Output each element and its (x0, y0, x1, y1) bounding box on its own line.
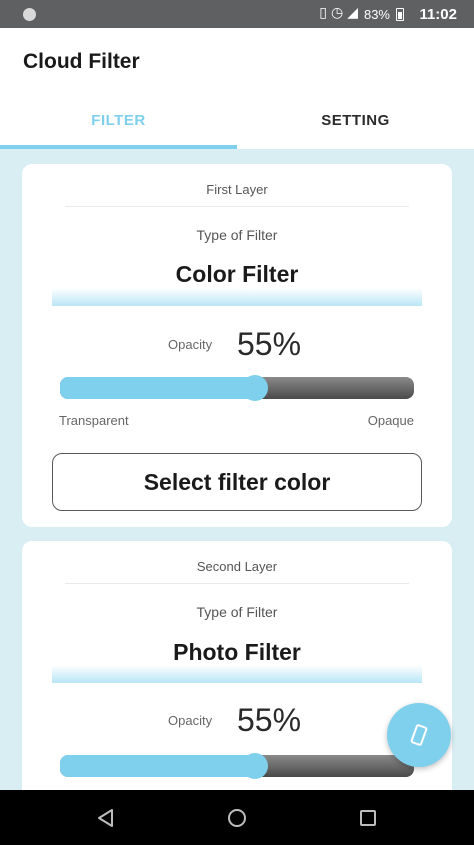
layer-title: First Layer (206, 182, 268, 197)
tab-filter[interactable]: FILTER (0, 98, 237, 149)
system-nav-bar (0, 790, 474, 845)
opacity-value: 55% (237, 326, 302, 362)
alarm-icon: ◷ (331, 5, 348, 21)
filter-type-underline (52, 288, 422, 306)
tab-bar: FILTER SETTING (0, 98, 474, 149)
opacity-label: Opacity (168, 713, 213, 728)
filter-type-value[interactable]: Color Filter (22, 261, 452, 288)
filter-type-underline (52, 665, 422, 683)
signal-icon: ◢ (347, 5, 362, 21)
app-bar: Cloud Filter (0, 28, 474, 98)
slider-thumb[interactable] (241, 753, 268, 779)
opacity-label: Opacity (168, 337, 213, 352)
slider-fill (60, 377, 255, 399)
home-icon[interactable] (225, 806, 249, 830)
rotate-device-icon (410, 724, 428, 746)
opacity-value: 55% (237, 702, 302, 738)
first-layer-card: First Layer Type of Filter Color Filter … (22, 164, 452, 527)
status-bar: ▯◷◢ 83% 11:02 (0, 0, 474, 28)
app-title: Cloud Filter (23, 50, 140, 73)
status-time: 11:02 (419, 6, 457, 23)
app-notification-icon (23, 8, 36, 21)
back-icon[interactable] (94, 806, 118, 830)
filter-type-value[interactable]: Photo Filter (22, 639, 452, 666)
slider-fill (60, 755, 255, 777)
opaque-label: Opaque (367, 413, 414, 428)
status-icons: ▯◷◢ (319, 5, 362, 21)
transparent-label: Transparent (59, 413, 129, 428)
rotate-fab-button[interactable] (387, 703, 451, 767)
divider (65, 583, 409, 584)
opacity-slider[interactable] (60, 375, 414, 401)
filter-type-label: Type of Filter (196, 604, 278, 620)
vibrate-icon: ▯ (319, 5, 331, 21)
opacity-slider[interactable] (60, 753, 414, 779)
divider (65, 206, 409, 207)
layer-title: Second Layer (196, 559, 278, 574)
tab-setting[interactable]: SETTING (237, 98, 474, 149)
filter-type-label: Type of Filter (196, 227, 278, 243)
second-layer-card: Second Layer Type of Filter Photo Filter… (22, 541, 452, 801)
slider-thumb[interactable] (241, 375, 268, 401)
active-tab-indicator (0, 145, 237, 149)
select-filter-color-button[interactable]: Select filter color (52, 453, 422, 511)
battery-icon (396, 8, 404, 21)
recent-apps-icon[interactable] (356, 806, 380, 830)
battery-percent: 83% (363, 7, 390, 22)
